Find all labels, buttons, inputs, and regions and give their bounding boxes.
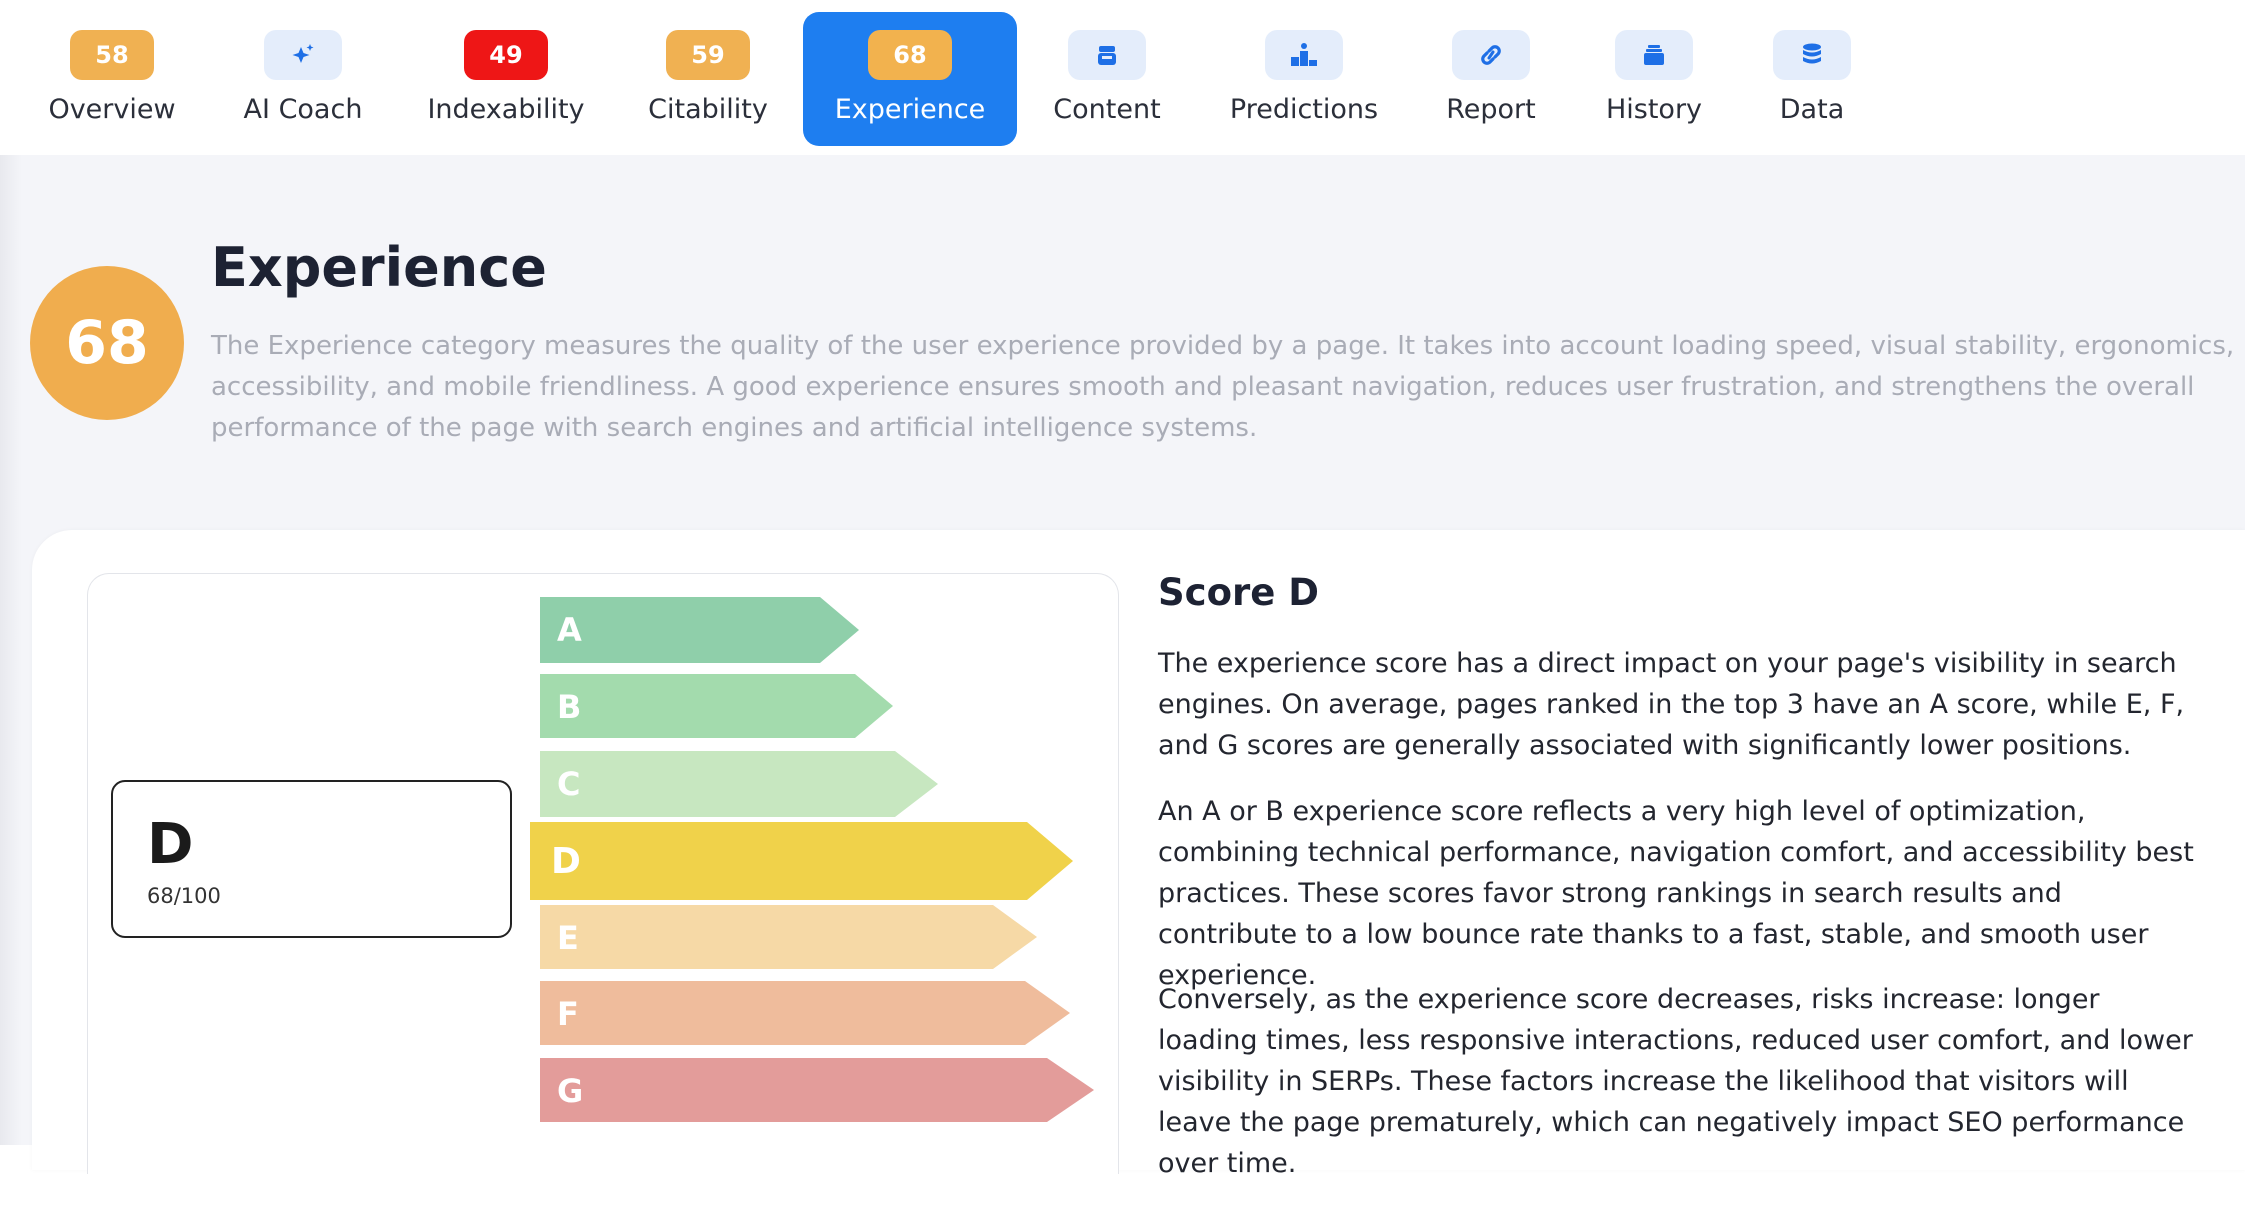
tab-data[interactable]: Data [1705,12,1919,146]
experience-score-badge: 68 [868,30,952,80]
link-icon [1452,30,1530,80]
podium-icon [1265,30,1343,80]
explanation-paragraph: An A or B experience score reflects a ve… [1158,796,2194,991]
grade-bar-label-e: E [557,919,579,957]
tab-overview[interactable]: 58 Overview [5,12,219,146]
category-score-circle: 68 [30,266,184,420]
grade-letter: D [147,812,194,877]
tab-citability[interactable]: 59 Citability [601,12,815,146]
current-grade-box: D 68/100 [111,780,512,938]
tab-indexability[interactable]: 49 Indexability [399,12,613,146]
category-description: The Experience category measures the qua… [211,331,2235,443]
score-heading: Score D [1158,571,1319,614]
grade-score-text: 68/100 [147,884,221,908]
grade-bar-label-d: D [551,841,581,882]
grade-bar-label-b: B [557,688,582,726]
grade-bar-label-c: C [557,765,581,803]
tab-label: Citability [648,94,768,125]
citability-score-badge: 59 [666,30,750,80]
tab-content[interactable]: Content [1000,12,1214,146]
tab-label: AI Coach [243,94,363,125]
page-title: Experience [211,236,547,299]
tab-label: Predictions [1229,94,1379,125]
tab-ai-coach[interactable]: AI Coach [196,12,410,146]
overview-score-badge: 58 [70,30,154,80]
tab-predictions[interactable]: Predictions [1197,12,1411,146]
tab-label: History [1605,94,1703,125]
tab-label: Experience [834,94,986,125]
category-nav: 58 Overview AI Coach 49 Indexability 59 … [0,0,2245,155]
grade-bar-label-f: F [557,995,579,1033]
grade-bar-label-a: A [557,611,582,649]
tab-experience[interactable]: 68 Experience [803,12,1017,146]
tab-label: Overview [48,94,176,125]
left-edge-shadow [0,150,22,1145]
tab-label: Report [1446,94,1536,125]
database-icon [1773,30,1851,80]
indexability-score-badge: 49 [464,30,548,80]
sparkle-icon [264,30,342,80]
tab-label: Data [1779,94,1845,125]
explanation-paragraph: Conversely, as the experience score decr… [1158,984,2193,1179]
grade-bar-label-g: G [557,1072,584,1110]
explanation-paragraph: The experience score has a direct impact… [1158,648,2185,761]
basket-icon [1068,30,1146,80]
tab-label: Indexability [427,94,585,125]
tab-label: Content [1053,94,1161,125]
stack-icon [1615,30,1693,80]
